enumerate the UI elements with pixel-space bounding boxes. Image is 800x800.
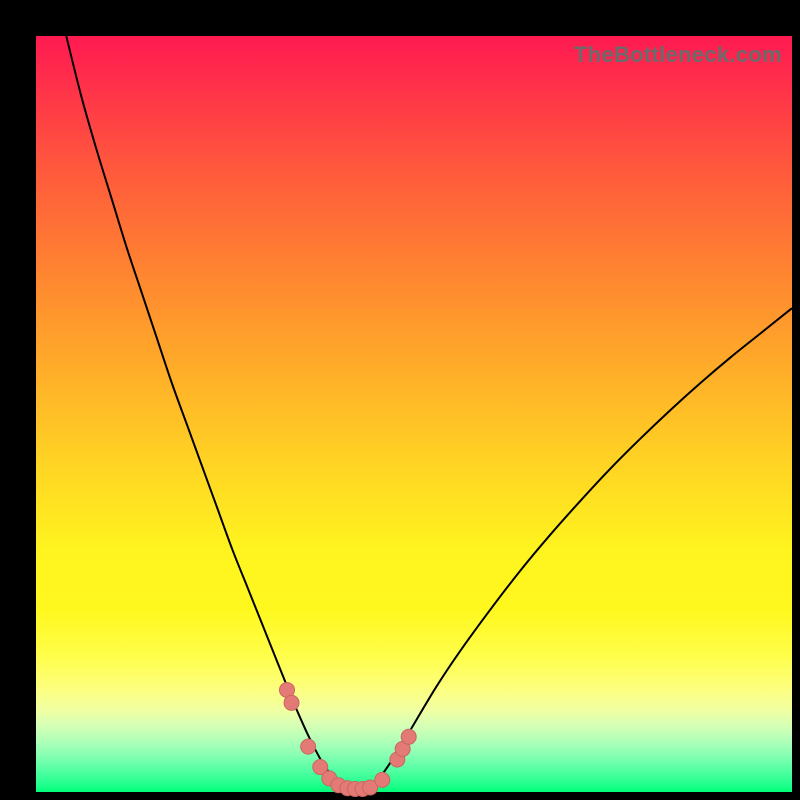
curve-layer — [36, 36, 792, 792]
chart-frame: TheBottleneck.com — [0, 0, 800, 800]
highlight-dot — [401, 729, 416, 744]
highlight-dot — [284, 695, 299, 710]
left-curve-path — [66, 36, 346, 788]
right-curve-path — [369, 308, 792, 788]
plot-area: TheBottleneck.com — [36, 36, 792, 792]
highlight-dot — [375, 772, 390, 787]
marker-group — [279, 682, 416, 796]
highlight-dot — [301, 739, 316, 754]
